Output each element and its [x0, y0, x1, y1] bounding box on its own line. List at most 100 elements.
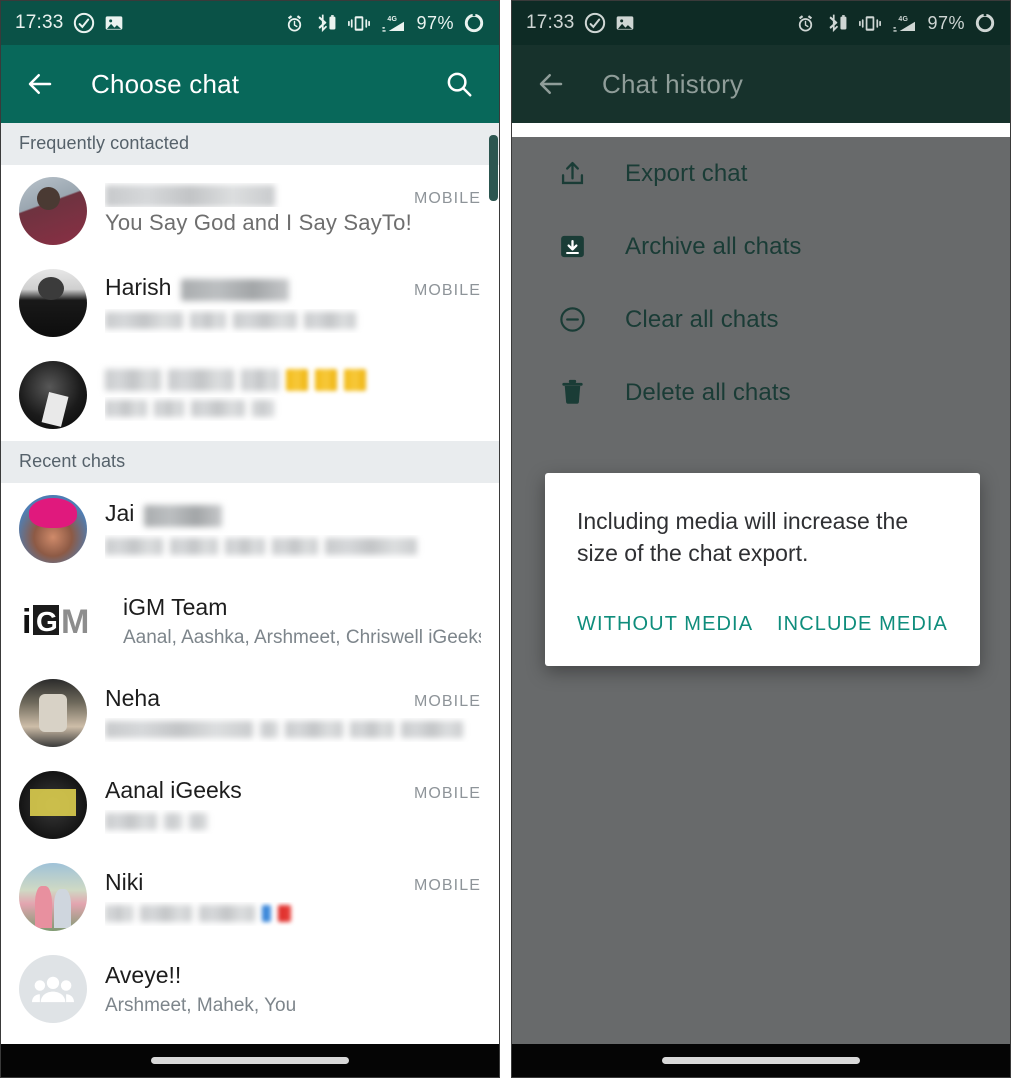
search-icon[interactable] — [441, 66, 477, 102]
menu-item-archive-all-chats[interactable]: Archive all chats — [512, 210, 1010, 283]
menu-item-label: Archive all chats — [625, 232, 802, 260]
nav-home-pill[interactable] — [662, 1057, 860, 1064]
list-item[interactable]: MOBILE You Say God and I Say SayTo! — [1, 165, 499, 257]
page-title: Chat history — [602, 68, 744, 99]
contact-name-redacted — [105, 183, 282, 208]
chat-list[interactable]: Frequently contacted MOBILE You Say God … — [1, 123, 499, 1046]
svg-text:4G: 4G — [899, 15, 909, 22]
list-item[interactable] — [1, 349, 499, 441]
list-item[interactable]: Harish MOBILE — [1, 257, 499, 349]
contact-tag: MOBILE — [413, 692, 481, 710]
list-item-preview: You Say God and I Say SayTo! — [105, 209, 412, 235]
svg-text:M: M — [61, 603, 89, 641]
list-item-body: MOBILE You Say God and I Say SayTo! — [105, 183, 481, 240]
without-media-button[interactable]: WITHOUT MEDIA — [577, 613, 753, 636]
svg-text:4G: 4G — [388, 15, 398, 22]
list-item-preview-redacted — [105, 902, 481, 926]
status-bar-left-group: 17:33 — [526, 12, 635, 34]
archive-box-icon — [557, 232, 587, 262]
list-item-body: Jai — [105, 500, 481, 559]
menu-item-export-chat[interactable]: Export chat — [512, 137, 1010, 210]
avatar — [19, 361, 87, 429]
svg-text:G: G — [36, 606, 58, 637]
list-item-preview-redacted — [105, 810, 481, 834]
contact-name: Aanal iGeeks — [105, 776, 242, 803]
gesture-nav-bar — [512, 1044, 1010, 1077]
list-item-top: Neha MOBILE — [105, 685, 481, 712]
svg-text:i: i — [22, 603, 31, 641]
right-phone-screen: 17:33 4G 97% Chat history Export chat Ar… — [511, 0, 1011, 1078]
export-upload-icon — [557, 159, 587, 189]
contact-tag: MOBILE — [413, 281, 481, 299]
list-item[interactable]: Jai — [1, 483, 499, 575]
avatar — [19, 771, 87, 839]
status-time: 17:33 — [15, 12, 64, 33]
signal-4g-icon: 4G — [891, 13, 918, 34]
avatar — [19, 679, 87, 747]
list-item-preview-redacted — [105, 397, 481, 421]
status-bar-right-group: 4G 97% — [284, 12, 485, 34]
section-header-recent-chats: Recent chats — [1, 441, 499, 483]
list-item[interactable]: Aanal iGeeks MOBILE — [1, 759, 499, 851]
contact-name: Neha — [105, 684, 160, 711]
contact-name-redacted — [181, 279, 296, 303]
battery-icon — [463, 12, 485, 34]
avatar — [19, 177, 87, 245]
group-avatar-icon — [32, 976, 74, 1003]
avatar — [19, 495, 87, 563]
status-bar-right: 17:33 4G 97% — [512, 1, 1010, 45]
scrollbar-thumb[interactable] — [489, 135, 498, 201]
minus-circle-icon — [557, 305, 587, 335]
cloud-sync-icon — [584, 12, 606, 34]
list-item[interactable]: Aveye!! Arshmeet, Mahek, You — [1, 943, 499, 1035]
list-item-preview-redacted — [105, 718, 481, 742]
list-item[interactable]: Niki MOBILE — [1, 851, 499, 943]
app-bar-right: Chat history — [512, 45, 1010, 123]
back-arrow-icon[interactable] — [23, 67, 57, 101]
list-item-preview: Aanal, Aashka, Arshmeet, Chriswell iGeek… — [123, 626, 481, 648]
list-item-body: Harish MOBILE — [105, 274, 481, 333]
alarm-icon — [795, 13, 816, 34]
export-media-dialog: Including media will increase the size o… — [545, 473, 980, 667]
vibrate-icon — [347, 13, 371, 34]
contact-tag: MOBILE — [413, 189, 481, 207]
trash-icon — [557, 378, 587, 408]
avatar — [19, 955, 87, 1023]
dialog-actions: WITHOUT MEDIA INCLUDE MEDIA — [577, 569, 948, 666]
menu-item-delete-all-chats[interactable]: Delete all chats — [512, 356, 1010, 429]
chat-history-menu: Export chat Archive all chats Clear all … — [512, 137, 1010, 1060]
include-media-button[interactable]: INCLUDE MEDIA — [777, 613, 948, 636]
list-item[interactable]: Neha MOBILE — [1, 667, 499, 759]
section-header-frequently-contacted: Frequently contacted — [1, 123, 499, 165]
list-item-body — [105, 369, 481, 421]
list-item-body: Neha MOBILE — [105, 685, 481, 742]
list-item[interactable]: i G M iGM Team Aanal, Aashka, Arshmeet, … — [1, 575, 499, 667]
list-item-top: Niki MOBILE — [105, 869, 481, 896]
battery-percent: 97% — [416, 12, 454, 33]
list-item-top: Aveye!! — [105, 962, 481, 989]
bluetooth-battery-icon — [825, 13, 849, 34]
menu-item-clear-all-chats[interactable]: Clear all chats — [512, 283, 1010, 356]
alarm-icon — [284, 13, 305, 34]
status-bar-right-group: 4G 97% — [795, 12, 996, 34]
gesture-nav-bar — [1, 1044, 499, 1077]
list-item-body: Aveye!! Arshmeet, Mahek, You — [105, 962, 481, 1017]
contact-name-redacted — [105, 369, 481, 391]
contact-name: Harish — [105, 273, 172, 300]
list-item-top: Jai — [105, 500, 481, 529]
photo-icon — [104, 13, 124, 33]
avatar — [19, 269, 87, 337]
menu-item-label: Export chat — [625, 159, 748, 187]
contact-name: Jai — [105, 499, 135, 526]
cloud-sync-icon — [73, 12, 95, 34]
contact-tag: MOBILE — [413, 784, 481, 802]
app-bar-left: Choose chat — [1, 45, 499, 123]
nav-home-pill[interactable] — [151, 1057, 349, 1064]
avatar — [19, 863, 87, 931]
list-item-top: Aanal iGeeks MOBILE — [105, 777, 481, 804]
back-arrow-icon[interactable] — [534, 67, 568, 101]
igm-logo-icon: i G M — [22, 603, 89, 641]
list-item-body: iGM Team Aanal, Aashka, Arshmeet, Chrisw… — [123, 594, 481, 649]
contact-name-redacted — [144, 505, 229, 529]
list-item-body: Niki MOBILE — [105, 869, 481, 926]
